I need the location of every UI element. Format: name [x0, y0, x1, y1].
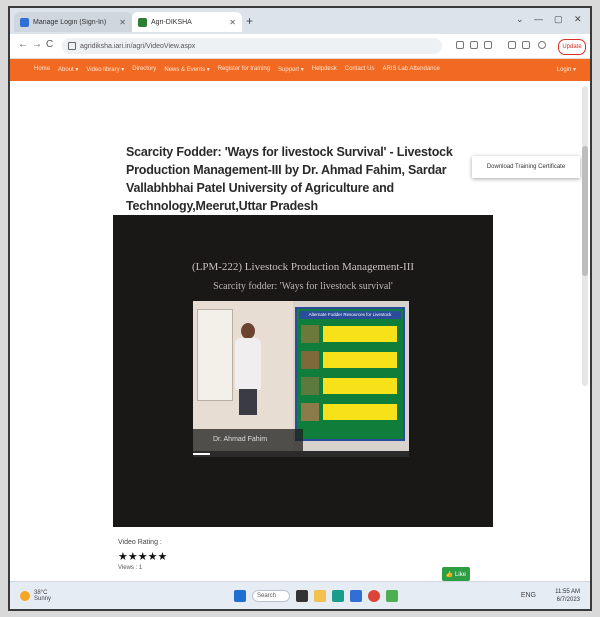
lock-icon [68, 42, 76, 50]
tray-lang[interactable]: ENG [521, 592, 536, 599]
weather-desc: Sunny [34, 596, 52, 602]
nav-item-directory[interactable]: Directory [132, 66, 156, 73]
taskbar-apps: Search [234, 590, 398, 602]
browser-toolbar: ← → C agridiksha.iari.in/agri/VideoView.… [10, 34, 590, 59]
site-navbar: Home About ▾ Video library ▾ Directory N… [10, 59, 590, 81]
presenter-legs [239, 389, 257, 415]
slide-thumbnail [301, 325, 319, 343]
presenter-head [241, 323, 255, 339]
app-icon[interactable] [386, 590, 398, 602]
view-count: Views : 1 [118, 565, 143, 571]
minimize-button[interactable]: — [534, 14, 543, 24]
video-player[interactable]: (LPM-222) Livestock Production Managemen… [113, 215, 493, 527]
tab-search-icon[interactable]: ⌄ [516, 14, 524, 25]
maximize-button[interactable]: ▢ [554, 14, 563, 25]
url-text: agridiksha.iari.in/agri/VideoView.aspx [80, 42, 196, 50]
back-button[interactable]: ← [18, 39, 28, 50]
address-bar[interactable]: agridiksha.iari.in/agri/VideoView.aspx [62, 38, 442, 54]
slide-row [301, 375, 401, 397]
like-button[interactable]: 👍 Like [442, 567, 470, 581]
chrome-icon[interactable] [368, 590, 380, 602]
browser-window: Manage Login (Sign-In) ✕ Agri-DIKSHA ✕ +… [8, 6, 592, 611]
presentation-slide: Alternate Fodder Resources for Livestock [295, 307, 405, 441]
edge-icon[interactable] [332, 590, 344, 602]
profile-avatar-icon[interactable] [538, 41, 546, 49]
slide-text-block [323, 352, 397, 368]
nav-item-home[interactable]: Home [34, 66, 50, 73]
extension-icon[interactable] [484, 41, 492, 49]
tab-favicon-icon [20, 17, 29, 27]
tab-label: Agri-DIKSHA [151, 18, 192, 26]
whiteboard [197, 309, 233, 401]
task-view-icon[interactable] [296, 590, 308, 602]
clock[interactable]: 11:55 AM 6/7/2023 [555, 588, 580, 604]
nav-item-contact[interactable]: Contact Us [345, 66, 375, 73]
close-tab-icon[interactable]: ✕ [119, 18, 126, 27]
bookmark-star-icon[interactable] [470, 41, 478, 49]
extensions-puzzle-icon[interactable] [508, 41, 516, 49]
update-button[interactable]: Update [558, 39, 586, 55]
slide-thumbnail [301, 351, 319, 369]
store-icon[interactable] [350, 590, 362, 602]
tab-strip: Manage Login (Sign-In) ✕ Agri-DIKSHA ✕ +… [10, 8, 590, 34]
nav-item-support[interactable]: Support ▾ [278, 66, 304, 73]
page-content: Scarcity Fodder: 'Ways for livestock Sur… [10, 81, 590, 581]
close-tab-icon[interactable]: ✕ [229, 18, 236, 27]
presenter-figure [235, 323, 261, 415]
nav-item-news-events[interactable]: News & Events ▾ [164, 66, 209, 73]
slide-text-block [323, 378, 397, 394]
video-controls[interactable] [193, 451, 409, 457]
slide-thumbnail [301, 403, 319, 421]
close-window-button[interactable]: ✕ [574, 14, 582, 25]
slide-row [301, 401, 401, 423]
clock-date: 6/7/2023 [556, 597, 580, 603]
nav-item-about[interactable]: About ▾ [58, 66, 78, 73]
scrollbar-thumb[interactable] [582, 146, 588, 276]
video-heading-line2: Scarcity fodder: 'Ways for livestock sur… [213, 281, 393, 292]
video-progress-bar[interactable] [193, 453, 211, 455]
slide-row [301, 349, 401, 371]
presenter-caption: Dr. Ahmad Fahim [193, 429, 303, 451]
slide-text-block [323, 326, 397, 342]
rating-stars[interactable]: ★★★★★ [118, 550, 167, 563]
nav-item-video-library[interactable]: Video library ▾ [86, 66, 124, 73]
slide-row [301, 323, 401, 345]
tab-label: Manage Login (Sign-In) [33, 18, 107, 26]
nav-item-attendance[interactable]: ARIS Lab Attendance [382, 66, 439, 73]
file-explorer-icon[interactable] [314, 590, 326, 602]
video-title: Scarcity Fodder: 'Ways for livestock Sur… [126, 145, 453, 213]
tab-agri-diksha[interactable]: Agri-DIKSHA ✕ [132, 12, 242, 32]
clock-time: 11:55 AM [555, 589, 580, 595]
new-tab-button[interactable]: + [246, 14, 253, 28]
nav-item-helpdesk[interactable]: Helpdesk [312, 66, 337, 73]
video-frame[interactable]: Alternate Fodder Resources for Livestock… [193, 301, 409, 451]
share-icon[interactable] [456, 41, 464, 49]
download-certificate-button[interactable]: Download Training Certificate [472, 156, 580, 178]
sun-icon [20, 591, 30, 601]
video-rating-label: Video Rating : [118, 539, 162, 546]
video-heading-line1: (LPM-222) Livestock Production Managemen… [191, 261, 415, 273]
slide-text-block [323, 404, 397, 420]
slide-thumbnail [301, 377, 319, 395]
taskbar-search[interactable]: Search [252, 590, 290, 602]
windows-start-icon[interactable] [234, 590, 246, 602]
forward-button[interactable]: → [32, 39, 42, 50]
reload-button[interactable]: C [46, 39, 53, 50]
presenter-body [235, 338, 261, 390]
login-menu[interactable]: Login ▾ [557, 66, 576, 73]
nav-item-register-training[interactable]: Register for training [218, 66, 270, 73]
taskbar: 38°C Sunny Search ENG 11:55 AM 6/7/2023 [10, 581, 590, 609]
tab-favicon-icon [138, 17, 147, 27]
tab-manage-login[interactable]: Manage Login (Sign-In) ✕ [14, 12, 132, 32]
sidebar-icon[interactable] [522, 41, 530, 49]
slide-header: Alternate Fodder Resources for Livestock [299, 311, 401, 319]
weather-widget[interactable]: 38°C Sunny [20, 590, 51, 602]
